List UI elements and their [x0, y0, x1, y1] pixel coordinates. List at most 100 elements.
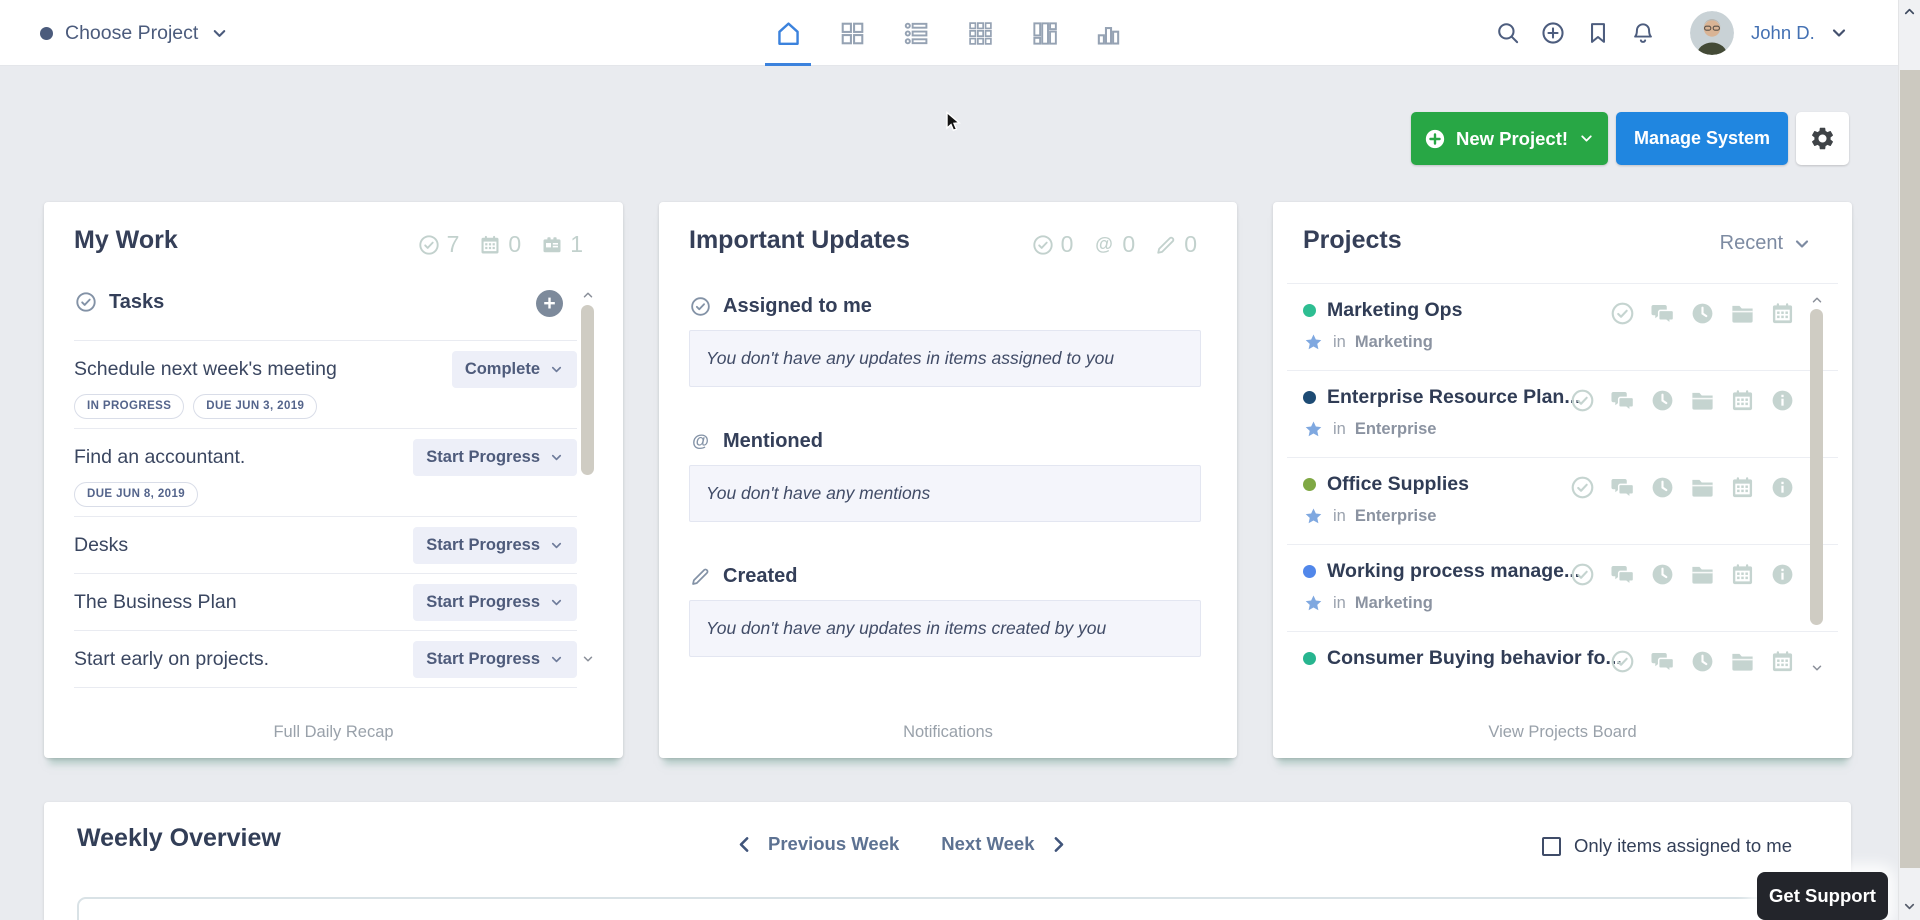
scroll-up-button[interactable]	[1899, 4, 1920, 19]
new-project-button[interactable]: New Project!	[1411, 112, 1608, 165]
project-row[interactable]: Enterprise Resource Plan... in Enterpris…	[1287, 370, 1838, 457]
project-row[interactable]: Marketing Ops in Marketing	[1287, 283, 1838, 370]
project-row[interactable]: Working process manage... in Marketing	[1287, 544, 1838, 631]
nav-add-button[interactable]	[1540, 20, 1566, 46]
get-support-button[interactable]: Get Support	[1757, 872, 1888, 920]
project-name[interactable]: Consumer Buying behavior fo...	[1327, 647, 1622, 670]
full-daily-recap-link[interactable]: Full Daily Recap	[44, 723, 623, 742]
scroll-up-button[interactable]	[580, 288, 595, 302]
check-circle-icon[interactable]	[1569, 387, 1596, 414]
project-row[interactable]: Office Supplies in Enterprise	[1287, 457, 1838, 544]
info-icon[interactable]	[1769, 387, 1796, 414]
chat-icon[interactable]	[1649, 300, 1676, 327]
view-projects-board-link[interactable]: View Projects Board	[1273, 723, 1852, 742]
task-title[interactable]: Find an accountant.	[74, 446, 245, 469]
user-name[interactable]: John D.	[1751, 22, 1815, 44]
task-status-button[interactable]: Start Progress	[413, 584, 577, 621]
settings-button[interactable]	[1796, 112, 1849, 165]
user-avatar[interactable]	[1690, 11, 1734, 55]
tab-reports[interactable]	[1093, 0, 1123, 66]
scroll-down-button[interactable]	[1809, 661, 1824, 675]
tab-home[interactable]	[773, 0, 803, 66]
clock-icon[interactable]	[1649, 561, 1676, 588]
chevron-right-icon[interactable]	[1048, 834, 1069, 855]
calendar-icon[interactable]	[1729, 387, 1756, 414]
calendar-icon[interactable]	[1729, 561, 1756, 588]
clock-icon[interactable]	[1649, 387, 1676, 414]
scroll-down-button[interactable]	[580, 652, 595, 666]
check-circle-icon[interactable]	[1609, 648, 1636, 675]
scrollbar-thumb[interactable]	[581, 305, 594, 475]
task-title[interactable]: The Business Plan	[74, 591, 237, 614]
calendar-icon[interactable]	[1729, 474, 1756, 501]
scrollbar-thumb[interactable]	[1810, 309, 1823, 625]
project-name[interactable]: Enterprise Resource Plan...	[1327, 386, 1581, 409]
project-name[interactable]: Marketing Ops	[1327, 299, 1462, 322]
scroll-up-button[interactable]	[1809, 293, 1824, 307]
card-scrollbar[interactable]	[1809, 293, 1824, 675]
project-group[interactable]: Enterprise	[1355, 507, 1437, 526]
tab-widgets[interactable]	[837, 0, 867, 66]
check-circle-icon[interactable]	[1569, 474, 1596, 501]
tab-todos[interactable]	[901, 0, 931, 66]
checkbox-unchecked-icon[interactable]	[1542, 837, 1561, 856]
nav-bookmarks-button[interactable]	[1585, 20, 1611, 46]
info-icon[interactable]	[1769, 561, 1796, 588]
calendar-icon[interactable]	[1769, 648, 1796, 675]
chevron-down-icon[interactable]	[1829, 23, 1849, 43]
calendar-icon[interactable]	[1769, 300, 1796, 327]
next-week-link[interactable]: Next Week	[941, 833, 1034, 855]
nav-notifications-button[interactable]	[1630, 20, 1656, 46]
clock-icon[interactable]	[1649, 474, 1676, 501]
page-scrollbar[interactable]	[1898, 0, 1920, 920]
project-group[interactable]: Marketing	[1355, 594, 1433, 613]
info-icon[interactable]	[1769, 474, 1796, 501]
task-status-button[interactable]: Start Progress	[413, 439, 577, 476]
previous-week-link[interactable]: Previous Week	[768, 833, 899, 855]
project-group-prefix: in	[1333, 333, 1346, 352]
tab-applications[interactable]	[965, 0, 995, 66]
only-assigned-filter[interactable]: Only items assigned to me	[1542, 835, 1792, 857]
notifications-link[interactable]: Notifications	[659, 723, 1237, 742]
task-status-button[interactable]: Start Progress	[413, 641, 577, 678]
star-icon[interactable]	[1303, 332, 1324, 353]
folder-icon[interactable]	[1729, 648, 1756, 675]
manage-system-button[interactable]: Manage System	[1616, 112, 1788, 165]
project-name[interactable]: Working process manage...	[1327, 560, 1580, 583]
task-status-button[interactable]: Complete	[452, 351, 577, 388]
chat-icon[interactable]	[1649, 648, 1676, 675]
empty-state-text: You don't have any updates in items assi…	[706, 348, 1114, 369]
nav-search-button[interactable]	[1495, 20, 1521, 46]
project-name[interactable]: Office Supplies	[1327, 473, 1469, 496]
chat-icon[interactable]	[1609, 561, 1636, 588]
task-title[interactable]: Desks	[74, 534, 128, 557]
chat-icon[interactable]	[1609, 387, 1636, 414]
star-icon[interactable]	[1303, 419, 1324, 440]
project-group[interactable]: Enterprise	[1355, 420, 1437, 439]
clock-icon[interactable]	[1689, 300, 1716, 327]
card-scrollbar[interactable]	[580, 288, 595, 666]
project-picker-dropdown[interactable]: Choose Project	[40, 0, 229, 66]
folder-icon[interactable]	[1689, 387, 1716, 414]
header-count: @ 0	[1092, 231, 1135, 258]
chevron-left-icon[interactable]	[734, 834, 755, 855]
project-row[interactable]: Consumer Buying behavior fo...	[1287, 631, 1838, 700]
folder-icon[interactable]	[1689, 561, 1716, 588]
task-title[interactable]: Schedule next week's meeting	[74, 358, 337, 381]
chat-icon[interactable]	[1609, 474, 1636, 501]
scroll-down-button[interactable]	[1899, 899, 1920, 914]
projects-filter-dropdown[interactable]: Recent	[1720, 232, 1812, 255]
star-icon[interactable]	[1303, 506, 1324, 527]
add-task-button[interactable]: +	[536, 290, 563, 317]
folder-icon[interactable]	[1729, 300, 1756, 327]
check-circle-icon[interactable]	[1569, 561, 1596, 588]
scrollbar-thumb[interactable]	[1900, 70, 1920, 868]
tab-board[interactable]	[1029, 0, 1059, 66]
task-title[interactable]: Start early on projects.	[74, 648, 269, 671]
folder-icon[interactable]	[1689, 474, 1716, 501]
task-status-button[interactable]: Start Progress	[413, 527, 577, 564]
project-group[interactable]: Marketing	[1355, 333, 1433, 352]
star-icon[interactable]	[1303, 593, 1324, 614]
clock-icon[interactable]	[1689, 648, 1716, 675]
check-circle-icon[interactable]	[1609, 300, 1636, 327]
